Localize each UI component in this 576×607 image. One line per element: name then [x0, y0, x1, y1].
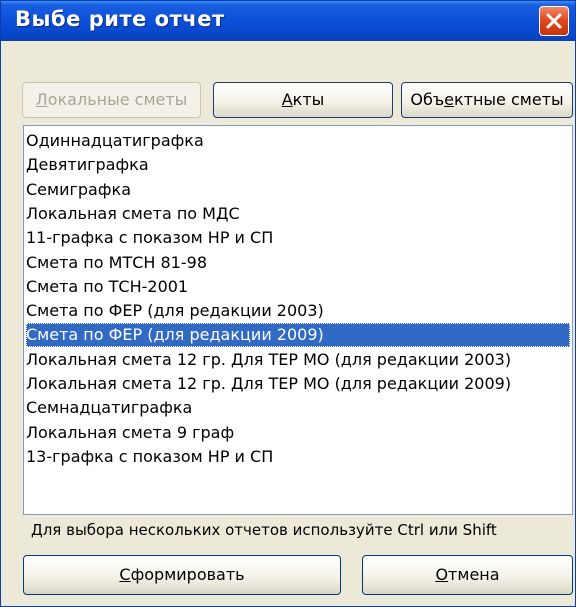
- object-estimates-button[interactable]: Объектные сметы: [401, 82, 573, 118]
- report-dialog: Выбе рите отчет Локальные сметы Акты Объ…: [0, 0, 576, 607]
- selection-hint: Для выбора нескольких отчетов используйт…: [31, 521, 497, 539]
- list-item[interactable]: Локальная смета 12 гр. Для ТЕР МО (для р…: [26, 372, 570, 396]
- list-item-selected[interactable]: Смета по ФЕР (для редакции 2009): [26, 323, 570, 348]
- object-estimates-label-end: ктные сметы: [453, 90, 564, 109]
- list-item[interactable]: Девятиграфка: [26, 153, 570, 177]
- close-icon: [546, 13, 562, 29]
- title-bar[interactable]: Выбе рите отчет: [1, 1, 575, 41]
- list-item[interactable]: Локальная смета по МДС: [26, 202, 570, 226]
- acts-button[interactable]: Акты: [213, 82, 393, 118]
- list-item[interactable]: Смета по МТСН 81-98: [26, 251, 570, 275]
- object-estimates-label-start: Объ: [410, 90, 445, 109]
- list-item[interactable]: 13-графка с показом НР и СП: [26, 445, 570, 469]
- report-listbox[interactable]: Одиннадцатиграфка Девятиграфка Семиграфка Л…: [23, 125, 573, 515]
- list-item[interactable]: Смета по ФЕР (для редакции 2003): [26, 299, 570, 323]
- list-item[interactable]: Локальная смета 12 гр. Для ТЕР МО (для р…: [26, 348, 570, 372]
- list-item[interactable]: Семнадцатиграфка: [26, 396, 570, 420]
- acts-mnemonic: А: [281, 90, 293, 109]
- local-estimates-label: окальные сметы: [47, 90, 188, 109]
- list-item[interactable]: 11-графка с показом НР и СП: [26, 226, 570, 250]
- close-button[interactable]: [539, 6, 569, 36]
- generate-label: формировать: [130, 565, 245, 584]
- list-item[interactable]: Семиграфка: [26, 178, 570, 202]
- generate-mnemonic: С: [119, 565, 131, 584]
- acts-label: кты: [292, 90, 325, 109]
- generate-button[interactable]: Сформировать: [23, 555, 341, 595]
- cancel-label: тмена: [448, 565, 500, 584]
- list-item[interactable]: Локальная смета 9 граф: [26, 421, 570, 445]
- window-title: Выбе рите отчет: [15, 7, 225, 31]
- cancel-button[interactable]: Отмена: [362, 555, 573, 595]
- list-item[interactable]: Одиннадцатиграфка: [26, 129, 570, 153]
- cancel-mnemonic: О: [435, 565, 449, 584]
- list-item[interactable]: Смета по ТСН-2001: [26, 275, 570, 299]
- object-estimates-mnemonic: е: [444, 90, 454, 109]
- local-estimates-button[interactable]: Локальные сметы: [22, 82, 201, 118]
- local-estimates-mnemonic: Л: [35, 90, 48, 109]
